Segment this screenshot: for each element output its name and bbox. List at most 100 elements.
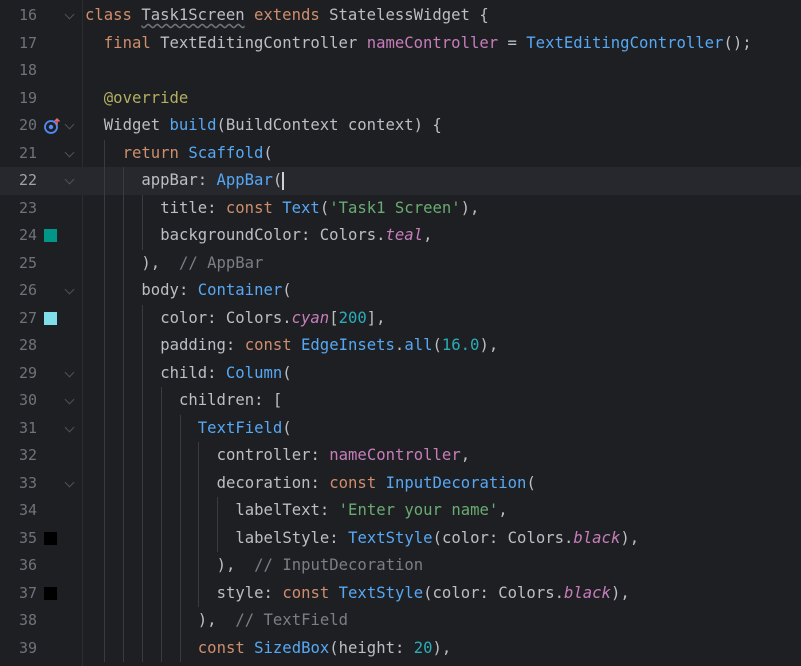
- code-text[interactable]: color: Colors.cyan[200],: [160, 305, 385, 333]
- fold-chevron-icon[interactable]: [64, 367, 75, 377]
- line-number[interactable]: 33: [0, 470, 37, 498]
- code-text[interactable]: const SizedBox(height: 20),: [198, 635, 452, 663]
- code-line[interactable]: 16 class Task1Screen extends StatelessWid…: [0, 2, 801, 30]
- fold-chevron-icon[interactable]: [64, 477, 75, 487]
- line-number[interactable]: 36: [0, 552, 37, 580]
- code-line[interactable]: 32 controller: nameController,: [0, 442, 801, 470]
- code-editor[interactable]: 16 class Task1Screen extends StatelessWid…: [0, 0, 801, 666]
- code-token: // AppBar: [178, 253, 264, 272]
- code-text[interactable]: title: const Text('Task1 Screen'),: [160, 195, 479, 223]
- indent-guide: [104, 304, 106, 332]
- code-token: @override: [103, 88, 189, 107]
- code-line[interactable]: 27 color: Colors.cyan[200],: [0, 304, 801, 333]
- code-text[interactable]: ), // InputDecoration: [217, 552, 424, 580]
- line-number[interactable]: 23: [0, 195, 37, 223]
- code-text[interactable]: labelStyle: TextStyle(color: Colors.blac…: [235, 525, 639, 553]
- line-number[interactable]: 22: [0, 167, 37, 195]
- indent-guide: [123, 304, 125, 332]
- line-number[interactable]: 31: [0, 415, 37, 443]
- code-line[interactable]: 28 padding: const EdgeInsets.all(16.0),: [0, 332, 801, 360]
- line-number[interactable]: 25: [0, 250, 37, 278]
- code-line[interactable]: 26 body: Container(: [0, 277, 801, 305]
- code-text[interactable]: appBar: AppBar(: [141, 167, 285, 195]
- code-text[interactable]: decoration: const InputDecoration(: [217, 470, 536, 498]
- code-text[interactable]: class Task1Screen extends StatelessWidge…: [85, 2, 489, 30]
- code-text[interactable]: backgroundColor: Colors.teal,: [160, 222, 432, 250]
- fold-chevron-icon[interactable]: [64, 422, 75, 432]
- code-text[interactable]: labelText: 'Enter your name',: [235, 497, 507, 525]
- code-line[interactable]: 21 return Scaffold(: [0, 139, 801, 168]
- code-text[interactable]: padding: const EdgeInsets.all(16.0),: [160, 332, 498, 360]
- code-text[interactable]: children: [: [179, 387, 282, 415]
- code-line[interactable]: 24 backgroundColor: Colors.teal,: [0, 222, 801, 250]
- line-number[interactable]: 35: [0, 525, 37, 553]
- line-number[interactable]: 27: [0, 305, 37, 333]
- code-line[interactable]: 38 ), // TextField: [0, 607, 801, 635]
- code-text[interactable]: @override: [104, 85, 189, 113]
- code-line[interactable]: 37 style: const TextStyle(color: Colors.b…: [0, 579, 801, 608]
- code-text[interactable]: Widget build(BuildContext context) {: [104, 112, 442, 140]
- code-token: labelStyle:: [235, 528, 349, 547]
- code-line[interactable]: 20 Widget build(BuildContext context) {: [0, 112, 801, 140]
- line-number[interactable]: 38: [0, 607, 37, 635]
- code-text[interactable]: TextField(: [198, 415, 292, 443]
- code-text[interactable]: ), // TextField: [198, 607, 348, 635]
- code-line[interactable]: 33 decoration: const InputDecoration(: [0, 469, 801, 498]
- indent-guide: [104, 497, 106, 525]
- indent-guide: [123, 387, 125, 415]
- code-line[interactable]: 23 title: const Text('Task1 Screen'),: [0, 194, 801, 223]
- code-line[interactable]: 18: [0, 57, 801, 85]
- code-line[interactable]: 36 ), // InputDecoration: [0, 552, 801, 580]
- code-line[interactable]: 35 labelStyle: TextStyle(color: Colors.bl…: [0, 524, 801, 553]
- code-line[interactable]: 25 ), // AppBar: [0, 249, 801, 278]
- code-line[interactable]: 17 final TextEditingController nameContro…: [0, 30, 801, 58]
- fold-chevron-icon[interactable]: [64, 394, 75, 405]
- code-line[interactable]: 30 children: [: [0, 387, 801, 415]
- line-number[interactable]: 28: [0, 332, 37, 360]
- code-line[interactable]: 39 const SizedBox(height: 20),: [0, 634, 801, 663]
- line-number[interactable]: 19: [0, 85, 37, 113]
- code-line[interactable]: 31 TextField(: [0, 414, 801, 443]
- fold-chevron-icon[interactable]: [64, 147, 75, 157]
- line-number[interactable]: 20: [0, 112, 37, 140]
- line-number[interactable]: 17: [0, 30, 37, 58]
- override-icon[interactable]: [43, 117, 61, 135]
- code-text[interactable]: body: Container(: [141, 277, 291, 305]
- fold-chevron-icon[interactable]: [64, 284, 75, 295]
- line-number[interactable]: 18: [0, 57, 37, 85]
- code-line[interactable]: 22 appBar: AppBar(: [0, 167, 801, 195]
- color-swatch-icon[interactable]: [44, 586, 57, 600]
- code-token: EdgeInsets: [301, 336, 395, 354]
- code-text[interactable]: controller: nameController,: [217, 442, 471, 470]
- indent-guide: [141, 469, 143, 497]
- code-line[interactable]: 34 labelText: 'Enter your name',: [0, 497, 801, 525]
- line-number[interactable]: 32: [0, 442, 37, 470]
- color-swatch-icon[interactable]: [44, 311, 57, 325]
- color-swatch-icon[interactable]: [44, 229, 57, 242]
- code-token: body:: [141, 281, 198, 299]
- code-text[interactable]: child: Column(: [160, 360, 291, 388]
- line-number[interactable]: 24: [0, 222, 37, 250]
- fold-chevron-icon[interactable]: [64, 9, 75, 20]
- line-number[interactable]: 29: [0, 360, 37, 388]
- indent-guide: [179, 414, 181, 442]
- code-token: Widget: [103, 116, 170, 134]
- line-number[interactable]: 39: [0, 635, 37, 663]
- code-text[interactable]: final TextEditingController nameControll…: [104, 30, 752, 58]
- line-number[interactable]: 37: [0, 580, 37, 608]
- fold-chevron-icon[interactable]: [64, 119, 75, 130]
- code-text[interactable]: style: const TextStyle(color: Colors.bla…: [217, 580, 630, 608]
- line-number[interactable]: 21: [0, 140, 37, 168]
- code-token: const: [329, 473, 386, 492]
- line-number[interactable]: 16: [0, 2, 37, 30]
- color-swatch-icon[interactable]: [44, 531, 57, 545]
- line-number[interactable]: 26: [0, 277, 37, 305]
- code-text[interactable]: ), // AppBar: [141, 250, 263, 278]
- indent-guide: [141, 304, 143, 332]
- line-number[interactable]: 34: [0, 497, 37, 525]
- code-text[interactable]: return Scaffold(: [123, 140, 273, 168]
- fold-chevron-icon[interactable]: [64, 174, 75, 185]
- line-number[interactable]: 30: [0, 387, 37, 415]
- code-line[interactable]: 19 @override: [0, 85, 801, 113]
- code-line[interactable]: 29 child: Column(: [0, 359, 801, 388]
